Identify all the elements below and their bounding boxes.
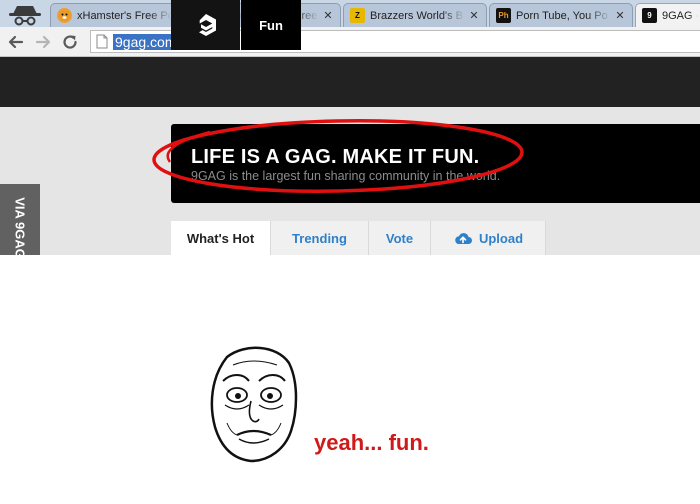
9gag-favicon-icon: 9 [642, 8, 657, 23]
tab-title: xHamster's Free Po [77, 9, 172, 22]
tab-whats-hot[interactable]: What's Hot [171, 221, 271, 255]
incognito-icon [9, 6, 41, 26]
okay-meme-face-drawing [210, 346, 298, 463]
close-tab-icon[interactable]: ✕ [322, 10, 334, 22]
site-header [0, 57, 700, 107]
browser-tab-strip: xHamster's Free Po ✕ PT PornTube ™ - Fre… [0, 0, 700, 27]
browser-tab-active[interactable]: 9 9GAG - J [635, 3, 700, 27]
page-icon [96, 34, 108, 49]
tab-label: Vote [385, 230, 414, 246]
url-text[interactable]: 9gag.com [113, 34, 179, 50]
meme-caption: yeah... fun. [314, 430, 429, 455]
tab-trending[interactable]: Trending [271, 221, 369, 255]
browser-tab[interactable]: Ph Porn Tube, You Po ✕ [489, 3, 633, 27]
forward-arrow-icon[interactable] [33, 32, 53, 52]
nav-fun[interactable]: Fun [241, 0, 301, 50]
close-tab-icon[interactable]: ✕ [468, 10, 480, 22]
brazzers-favicon-icon: Z [350, 8, 365, 23]
reload-icon[interactable] [60, 32, 80, 52]
tab-label: Upload [478, 230, 524, 246]
pornhub-favicon-icon: Ph [496, 8, 511, 23]
content-area [0, 255, 700, 504]
back-arrow-icon[interactable] [6, 32, 26, 52]
tab-vote[interactable]: Vote [369, 221, 431, 255]
hamster-favicon-icon [57, 8, 72, 23]
content-tabs: What's Hot Trending Vote Upload [171, 221, 546, 255]
browser-toolbar: 9gag.com [0, 27, 700, 57]
browser-tab[interactable]: Z Brazzers World's B ✕ [343, 3, 487, 27]
cloud-upload-icon [455, 233, 472, 244]
9gag-logo-icon [198, 14, 216, 36]
tab-title: Brazzers World's B [370, 9, 463, 22]
close-tab-icon[interactable]: ✕ [614, 10, 626, 22]
tab-title: Porn Tube, You Po [516, 9, 608, 22]
tab-label: What's Hot [186, 230, 255, 246]
tab-upload[interactable]: Upload [431, 221, 546, 255]
tab-label: Trending [292, 230, 347, 246]
9gag-logo[interactable] [171, 0, 240, 50]
tab-title: 9GAG - J [662, 9, 698, 22]
red-circle-annotation [152, 119, 524, 193]
